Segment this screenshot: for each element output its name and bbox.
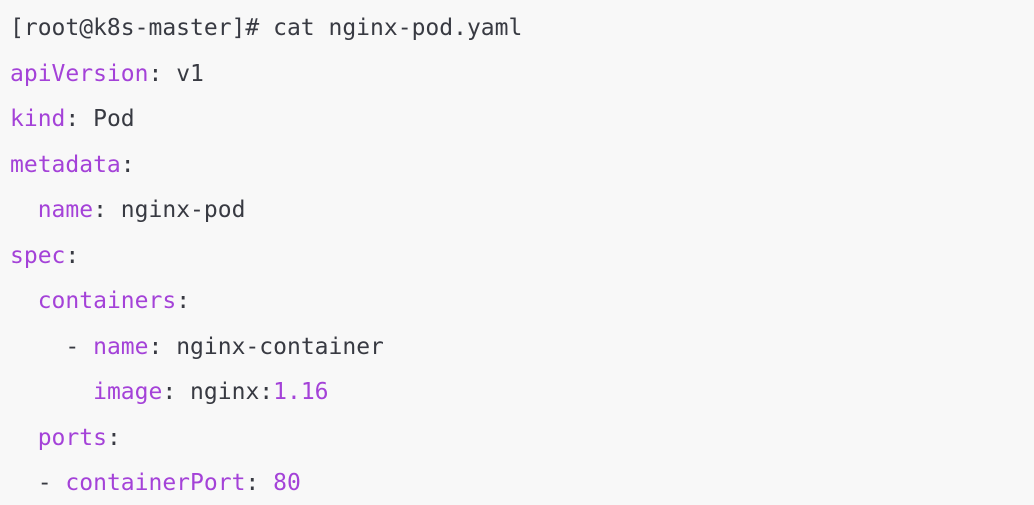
yaml-value: nginx: [176, 379, 274, 405]
yaml-line: - containerPort: 80 [37, 470, 301, 496]
yaml-value: nginx-pod [106, 197, 246, 223]
yaml-key: ports [37, 424, 107, 451]
yaml-line: spec: [10, 242, 80, 269]
yaml-line: containers: [37, 288, 191, 314]
yaml-line: kind: Pod [10, 106, 135, 132]
yaml-line: metadata: [10, 151, 135, 178]
yaml-line: - name: nginx-container [65, 333, 384, 360]
command-line: [root@k8s-master]# cat nginx-pod.yaml [10, 15, 523, 41]
yaml-line: name: nginx-pod [37, 197, 246, 223]
yaml-value: v1 [162, 60, 204, 87]
yaml-key: containerPort [65, 470, 246, 496]
yaml-key: spec [10, 242, 66, 269]
terminal-output[interactable]: [root@k8s-master]# cat nginx-pod.yaml ap… [0, 0, 1034, 505]
yaml-line: ports: [37, 424, 121, 451]
yaml-value: nginx-container [162, 333, 384, 360]
yaml-value [259, 470, 273, 496]
yaml-key: image [93, 379, 163, 405]
yaml-line: apiVersion: v1 [10, 60, 204, 87]
yaml-key: kind [10, 106, 66, 132]
yaml-value: Pod [79, 106, 135, 132]
yaml-key: metadata [10, 151, 121, 178]
yaml-number: 80 [273, 470, 301, 496]
yaml-number: 1.16 [273, 379, 329, 405]
yaml-line: image: nginx:1.16 [93, 379, 329, 405]
yaml-key: name [93, 333, 149, 360]
yaml-key: name [37, 197, 94, 223]
yaml-key: apiVersion [10, 60, 149, 87]
yaml-key: containers [37, 288, 177, 314]
